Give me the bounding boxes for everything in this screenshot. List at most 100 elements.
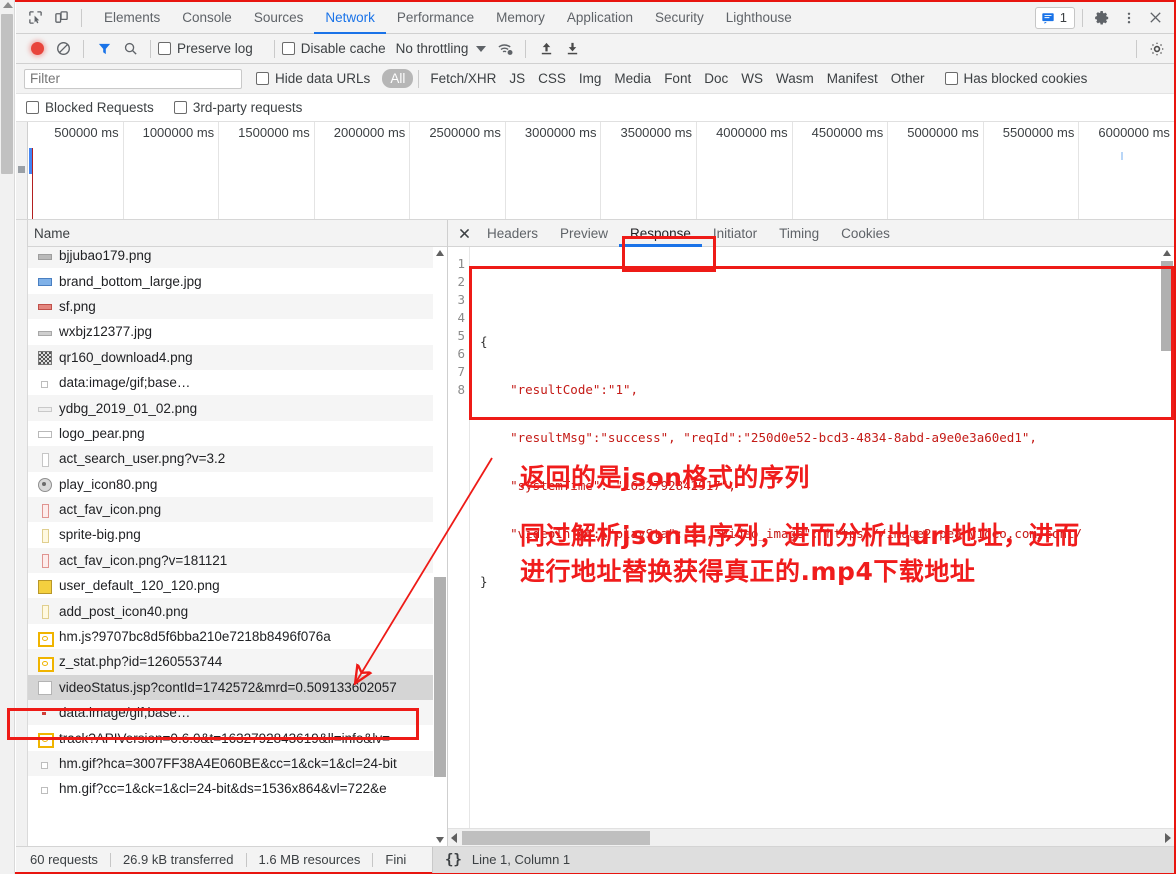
response-line: "resultMsg":"success", "reqId":"250d0e52… (480, 430, 1037, 445)
throttling-dropdown[interactable]: No throttling (396, 41, 487, 56)
console-messages-badge[interactable]: 1 (1034, 6, 1075, 29)
filter-type-doc[interactable]: Doc (698, 69, 734, 88)
filter-type-js[interactable]: JS (503, 69, 531, 88)
scrollbar-thumb[interactable] (1161, 261, 1173, 351)
tab-console[interactable]: Console (171, 2, 243, 34)
gear-icon[interactable] (1090, 5, 1116, 31)
tab-timing[interactable]: Timing (768, 220, 830, 247)
device-toolbar-icon[interactable] (48, 5, 74, 31)
tab-sources[interactable]: Sources (243, 2, 315, 34)
table-row[interactable]: wxbjz12377.jpg (28, 319, 447, 344)
filter-type-wasm[interactable]: Wasm (770, 69, 820, 88)
table-row[interactable]: add_post_icon40.png (28, 598, 447, 624)
vertical-dots-icon[interactable] (1116, 5, 1142, 31)
close-icon[interactable] (1142, 5, 1168, 31)
table-row[interactable]: data:image/gif;base… (28, 700, 447, 726)
browser-page-scrollbar[interactable] (0, 0, 15, 874)
tab-preview[interactable]: Preview (549, 220, 619, 247)
toolbar-divider (273, 39, 275, 58)
request-name: z_stat.php?id=1260553744 (59, 654, 223, 670)
overview-tick-label: 3500000 ms (620, 125, 693, 140)
scroll-up-arrow-icon[interactable] (1163, 250, 1171, 256)
filter-type-ws[interactable]: WS (735, 69, 769, 88)
scrollbar-thumb[interactable] (462, 831, 650, 845)
download-har-icon[interactable] (559, 36, 585, 62)
image-file-icon (37, 325, 52, 339)
scroll-right-arrow-icon[interactable] (1165, 833, 1171, 843)
close-detail-icon[interactable] (452, 221, 476, 245)
table-row[interactable]: act_search_user.png?v=3.2 (28, 446, 447, 472)
tab-initiator[interactable]: Initiator (702, 220, 768, 247)
table-row[interactable]: act_fav_icon.png?v=181121 (28, 547, 447, 574)
search-icon[interactable] (117, 36, 143, 62)
tab-cookies[interactable]: Cookies (830, 220, 901, 247)
table-row[interactable]: act_fav_icon.png (28, 496, 447, 523)
filter-type-other[interactable]: Other (885, 69, 931, 88)
blocked-requests-checkbox[interactable]: Blocked Requests (26, 100, 154, 115)
table-row[interactable]: data:image/gif;base… (28, 370, 447, 395)
response-horizontal-scrollbar[interactable] (448, 828, 1174, 846)
table-row[interactable]: z_stat.php?id=1260553744 (28, 649, 447, 675)
table-row[interactable]: ydbg_2019_01_02.png (28, 395, 447, 421)
scrollbar-thumb[interactable] (1, 14, 13, 174)
table-row[interactable]: logo_pear.png (28, 421, 447, 446)
scroll-up-arrow-icon[interactable] (3, 2, 13, 8)
tab-performance[interactable]: Performance (386, 2, 485, 34)
scrollbar-thumb[interactable] (434, 577, 446, 777)
tab-application[interactable]: Application (556, 2, 644, 34)
has-blocked-cookies-checkbox[interactable]: Has blocked cookies (944, 71, 1087, 86)
tab-network[interactable]: Network (314, 2, 386, 34)
filter-type-media[interactable]: Media (608, 69, 657, 88)
scroll-up-arrow-icon[interactable] (436, 250, 444, 256)
upload-har-icon[interactable] (533, 36, 559, 62)
table-row[interactable]: qr160_download4.png (28, 344, 447, 370)
image-file-icon (37, 553, 51, 569)
image-file-icon (37, 477, 52, 493)
clear-icon[interactable] (50, 36, 76, 62)
request-list-scrollbar[interactable] (433, 247, 447, 846)
table-row[interactable]: hm.gif?hca=3007FF38A4E060BE&cc=1&ck=1&cl… (28, 750, 447, 777)
table-row[interactable]: sprite-big.png (28, 522, 447, 547)
request-list-header[interactable]: Name (16, 220, 447, 846)
tab-memory[interactable]: Memory (485, 2, 556, 34)
table-row[interactable]: user_default_120_120.png (28, 573, 447, 598)
filter-type-manifest[interactable]: Manifest (821, 69, 884, 88)
tab-security[interactable]: Security (644, 2, 715, 34)
tab-lighthouse[interactable]: Lighthouse (715, 2, 803, 34)
hide-data-urls-checkbox[interactable]: Hide data URLs (256, 71, 370, 86)
network-overview-timeline[interactable]: 500000 ms 1000000 ms 1500000 ms 2000000 … (16, 122, 1174, 220)
third-party-requests-checkbox[interactable]: 3rd-party requests (173, 100, 302, 115)
network-conditions-icon[interactable] (492, 36, 518, 62)
table-row[interactable]: hm.js?9707bc8d5f6bba210e7218b8496f076a (28, 624, 447, 649)
filter-funnel-icon[interactable] (91, 36, 117, 62)
request-rows-container[interactable]: bjjubao179.png brand_bottom_large.jpg sf… (16, 247, 447, 846)
table-row-selected[interactable]: videoStatus.jsp?contId=1742572&mrd=0.509… (28, 674, 447, 701)
scroll-down-arrow-icon[interactable] (436, 837, 444, 843)
table-row[interactable]: play_icon80.png (28, 472, 447, 497)
filter-type-img[interactable]: Img (573, 69, 608, 88)
tab-headers[interactable]: Headers (476, 220, 549, 247)
disable-cache-checkbox[interactable]: Disable cache (281, 41, 386, 56)
network-settings-gear-icon[interactable] (1144, 36, 1170, 62)
preserve-log-checkbox[interactable]: Preserve log (158, 41, 253, 56)
tab-response[interactable]: Response (619, 220, 702, 247)
record-button-icon[interactable] (24, 36, 50, 62)
filter-type-fetch-xhr[interactable]: Fetch/XHR (424, 69, 502, 88)
image-file-icon (37, 350, 52, 366)
filter-type-all[interactable]: All (382, 69, 414, 88)
filter-input[interactable] (24, 68, 242, 89)
curly-braces-icon[interactable]: {} (445, 852, 462, 868)
image-file-icon (37, 757, 51, 771)
table-row[interactable]: hm.gif?cc=1&ck=1&cl=24-bit&ds=1536x864&v… (28, 776, 447, 801)
filter-type-font[interactable]: Font (658, 69, 697, 88)
table-row[interactable]: bjjubao179.png (28, 247, 447, 269)
table-row[interactable]: sf.png (28, 293, 447, 320)
inspect-element-icon[interactable] (22, 5, 48, 31)
scroll-left-arrow-icon[interactable] (451, 833, 457, 843)
table-row[interactable]: track?APIVersion=0.6.0&t=1632792843619&l… (28, 725, 447, 750)
tab-elements[interactable]: Elements (93, 2, 171, 34)
table-row[interactable]: brand_bottom_large.jpg (28, 268, 447, 293)
filter-type-css[interactable]: CSS (532, 69, 572, 88)
resource-type-filters: All Fetch/XHR JS CSS Img Media Font Doc … (382, 69, 930, 88)
response-vertical-scrollbar[interactable] (1160, 247, 1174, 828)
